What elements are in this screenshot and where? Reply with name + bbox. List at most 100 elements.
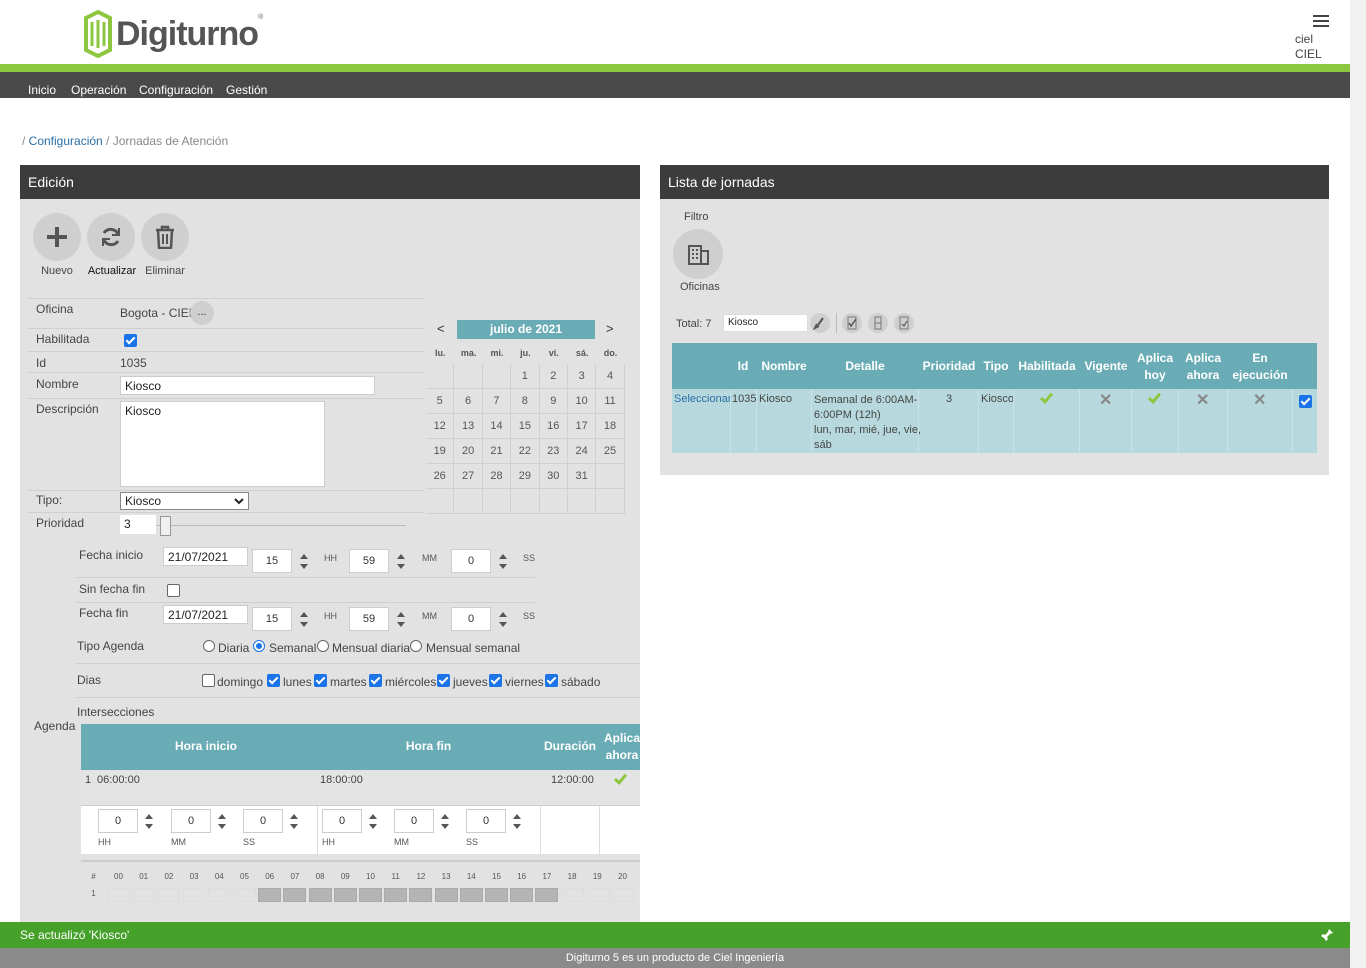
calendar-day[interactable]: 30	[539, 464, 568, 489]
timeline-slot[interactable]	[258, 888, 282, 902]
calendar-day[interactable]: 31	[567, 464, 597, 489]
timeline-scroll[interactable]	[81, 860, 640, 862]
fecha-inicio-mm-stepper[interactable]	[393, 549, 409, 573]
calendar-day[interactable]: 16	[539, 414, 568, 439]
agenda-inicio-ss-input[interactable]: 0	[243, 809, 283, 833]
tipo-select[interactable]: Kiosco	[120, 492, 249, 510]
fecha-fin-mm-stepper[interactable]	[393, 607, 409, 631]
timeline-slot[interactable]	[233, 888, 256, 902]
fecha-inicio-hh-stepper[interactable]	[296, 549, 312, 573]
radio-semanal[interactable]	[253, 640, 265, 652]
timeline-slot[interactable]	[434, 888, 458, 902]
agenda-fin-mm-input[interactable]: 0	[394, 809, 434, 833]
agenda-inicio-mm-stepper[interactable]	[214, 809, 230, 833]
clear-filter-button[interactable]	[810, 313, 830, 333]
calendar-day[interactable]: 1	[511, 364, 540, 389]
timeline-slot[interactable]	[535, 888, 559, 902]
list-search-input[interactable]: Kiosco	[723, 314, 808, 332]
dia-jueves-checkbox[interactable]	[437, 674, 450, 687]
calendar-day[interactable]: 20	[454, 439, 483, 464]
fecha-inicio-mm-input[interactable]: 59	[349, 549, 389, 573]
timeline-slot[interactable]	[107, 888, 130, 902]
menu-icon[interactable]	[1313, 15, 1329, 27]
pin-icon[interactable]	[1320, 928, 1334, 942]
calendar-day[interactable]: 15	[511, 414, 540, 439]
nav-gestion[interactable]: Gestión	[226, 83, 267, 97]
fecha-inicio-hh-input[interactable]: 15	[252, 549, 292, 573]
oficina-select-button[interactable]: ...	[190, 301, 214, 325]
agenda-fin-hh-input[interactable]: 0	[322, 809, 362, 833]
agenda-inicio-hh-input[interactable]: 0	[98, 809, 138, 833]
page-scrollbar[interactable]	[1350, 0, 1366, 968]
calendar-day[interactable]: 3	[567, 364, 597, 389]
fecha-fin-ss-input[interactable]: 0	[451, 607, 491, 631]
row-select-checkbox[interactable]	[1299, 395, 1312, 408]
calendar-next-button[interactable]: >	[606, 321, 614, 336]
timeline-slot[interactable]	[182, 888, 206, 902]
timeline-slot[interactable]	[359, 888, 382, 902]
fecha-fin-input[interactable]: 21/07/2021	[163, 605, 248, 624]
habilitada-checkbox[interactable]	[124, 334, 137, 347]
timeline-slot[interactable]	[585, 888, 609, 902]
fecha-inicio-ss-stepper[interactable]	[495, 549, 511, 573]
oficinas-filter-button[interactable]	[673, 229, 723, 279]
dia-lunes-checkbox[interactable]	[267, 674, 280, 687]
fecha-inicio-input[interactable]: 21/07/2021	[163, 547, 248, 566]
calendar-day[interactable]: 24	[567, 439, 597, 464]
calendar-day[interactable]: 12	[426, 414, 455, 439]
fecha-fin-hh-stepper[interactable]	[296, 607, 312, 631]
nav-configuracion[interactable]: Configuración	[139, 83, 213, 97]
nav-inicio[interactable]: Inicio	[28, 83, 56, 97]
radio-diaria[interactable]	[203, 640, 215, 652]
calendar-day[interactable]: 28	[482, 464, 512, 489]
timeline-slot[interactable]	[409, 888, 433, 902]
agenda-row[interactable]: 1 06:00:00 18:00:00 12:00:00	[81, 770, 640, 806]
fecha-fin-ss-stepper[interactable]	[495, 607, 511, 631]
agenda-fin-ss-stepper[interactable]	[509, 809, 525, 833]
timeline-slot[interactable]	[560, 888, 584, 902]
seleccionar-link[interactable]: Seleccionar	[674, 393, 731, 405]
calendar-day[interactable]: 29	[511, 464, 540, 489]
calendar-day[interactable]: 6	[454, 389, 483, 414]
calendar-day[interactable]: 7	[482, 389, 512, 414]
calendar-day[interactable]: 14	[482, 414, 512, 439]
calendar-day[interactable]: 10	[567, 389, 597, 414]
uncheck-all-button[interactable]	[868, 313, 888, 333]
timeline-slot[interactable]	[157, 888, 181, 902]
invert-check-button[interactable]	[894, 313, 914, 333]
calendar-month[interactable]: julio de 2021	[457, 320, 595, 339]
timeline-slot[interactable]	[333, 888, 357, 902]
calendar-day[interactable]: 22	[511, 439, 540, 464]
calendar-day[interactable]: 8	[511, 389, 540, 414]
calendar-day[interactable]: 11	[596, 389, 625, 414]
agenda-inicio-ss-stepper[interactable]	[286, 809, 302, 833]
calendar-day[interactable]: 13	[454, 414, 483, 439]
calendar-day[interactable]: 23	[539, 439, 568, 464]
timeline-slot[interactable]	[510, 888, 534, 902]
dia-viernes-checkbox[interactable]	[489, 674, 502, 687]
timeline-slot[interactable]	[308, 888, 332, 902]
calendar-day[interactable]: 27	[454, 464, 483, 489]
calendar-day[interactable]: 18	[596, 414, 625, 439]
agenda-inicio-hh-stepper[interactable]	[141, 809, 157, 833]
calendar-day[interactable]: 25	[596, 439, 625, 464]
fecha-fin-hh-input[interactable]: 15	[252, 607, 292, 631]
dia-martes-checkbox[interactable]	[314, 674, 327, 687]
timeline-slot[interactable]	[283, 888, 307, 902]
agenda-fin-mm-stepper[interactable]	[437, 809, 453, 833]
timeline-slot[interactable]	[132, 888, 156, 902]
dia-miercoles-checkbox[interactable]	[369, 674, 382, 687]
calendar-day[interactable]: 17	[567, 414, 597, 439]
timeline-slot[interactable]	[485, 888, 508, 902]
timeline-slot[interactable]	[611, 888, 634, 902]
radio-mensual-diaria[interactable]	[317, 640, 329, 652]
agenda-fin-ss-input[interactable]: 0	[466, 809, 506, 833]
jornada-row[interactable]: Seleccionar 1035 Kiosco Semanal de 6:00A…	[672, 389, 1317, 453]
calendar-day[interactable]: 26	[426, 464, 455, 489]
timeline-slot[interactable]	[384, 888, 408, 902]
calendar-day[interactable]: 19	[426, 439, 455, 464]
agenda-inicio-mm-input[interactable]: 0	[171, 809, 211, 833]
timeline-slot[interactable]	[459, 888, 483, 902]
timeline-slot[interactable]	[207, 888, 231, 902]
refresh-button[interactable]	[87, 213, 135, 261]
